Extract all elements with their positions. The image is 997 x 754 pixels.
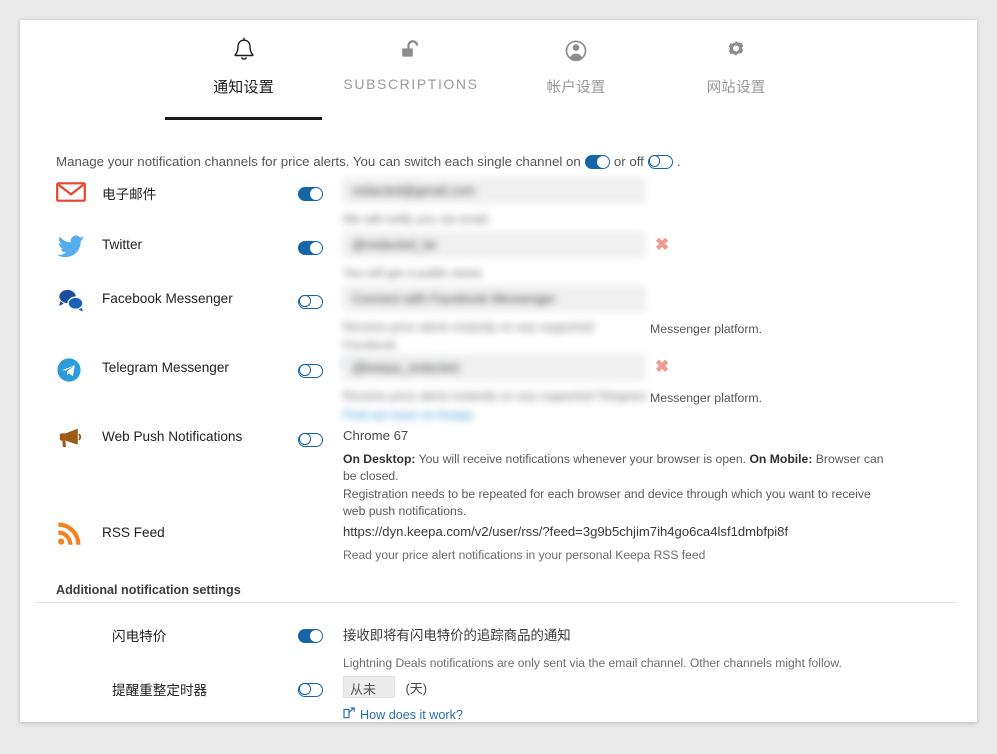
web-push-browser-value: Chrome 67 [343,428,409,443]
section-divider [36,602,956,603]
active-tab-indicator [165,117,322,120]
settings-card: 通知设置 SUBSCRIPTIONS 帐户设置 网站设置 Manage your… [20,20,977,722]
tab-label: 通知设置 [213,79,274,96]
email-helper-text: We will notify you via email. [343,212,491,226]
telegram-icon [56,355,102,383]
channel-name: Web Push Notifications [102,429,243,444]
channel-row-facebook-messenger: Facebook Messenger Connect with Facebook… [20,286,977,371]
web-push-desktop-text: You will receive notifications whenever … [415,452,750,466]
intro-text: Manage your notification channels for pr… [56,154,681,169]
channel-toggle-web-push[interactable] [298,424,343,449]
telegram-helper-text: Receive price alerts instantly on any su… [343,389,647,403]
tab-subscriptions[interactable]: SUBSCRIPTIONS [326,32,496,106]
telegram-helper-tail: Messenger platform. [650,391,763,405]
channel-toggle-twitter[interactable] [298,232,343,257]
web-push-registration-text: Registration needs to be repeated for ea… [343,486,871,518]
channel-name: 电子邮件 [102,187,157,202]
facebook-helper-text: Receive price alerts instantly on any su… [343,320,594,353]
intro-toggle-off-example [647,154,673,169]
tab-notification-settings[interactable]: 通知设置 [161,32,326,120]
email-icon [56,178,102,204]
lightning-deals-toggle[interactable] [298,622,343,645]
channel-row-twitter: Twitter @redacted_tw ✖ You will get a pu… [20,232,977,286]
rss-helper-text: Read your price alert notifications in y… [343,548,706,562]
reminder-timer-toggle[interactable] [298,676,343,699]
bell-icon [161,32,326,70]
remove-twitter-button[interactable]: ✖ [655,236,669,253]
additional-row-lightning-deals: 闪电特价 接收即将有闪电特价的追踪商品的通知 Lightning Deals n… [20,622,977,672]
tab-bar: 通知设置 SUBSCRIPTIONS 帐户设置 网站设置 [20,20,977,120]
additional-row-reminder-timer: 提醒重整定时器 从未 (天) How does it work? [20,676,977,722]
twitter-helper-text: You will get a public tweet. [343,266,485,280]
channel-row-email: 电子邮件 redacted@gmail.com We will notify y… [20,178,977,232]
intro-text-after: . [676,154,681,169]
channel-name: RSS Feed [102,525,165,540]
web-push-desktop-label: On Desktop: [343,452,416,466]
rss-toggle-placeholder [298,520,343,527]
rss-feed-url[interactable]: https://dyn.keepa.com/v2/user/rss/?feed=… [343,520,977,539]
channel-row-web-push: Web Push Notifications Chrome 67 On Desk… [20,424,977,520]
tab-label: 网站设置 [706,80,766,96]
twitter-icon [56,232,102,260]
channel-toggle-email[interactable] [298,178,343,203]
tab-label: 帐户设置 [546,80,606,96]
remove-telegram-button[interactable]: ✖ [655,358,669,375]
channel-row-telegram: Telegram Messenger @keepa_redacted ✖ Rec… [20,355,977,424]
megaphone-icon [56,424,102,450]
twitter-value-field[interactable]: @redacted_tw [343,232,645,257]
how-does-it-work-label: How does it work? [360,707,463,722]
account-icon [496,32,656,70]
tab-site-settings[interactable]: 网站设置 [656,32,816,106]
lightning-deals-value: 接收即将有闪电特价的追踪商品的通知 [343,628,571,643]
reminder-days-unit: (天) [405,680,428,696]
channel-row-rss: RSS Feed https://dyn.keepa.com/v2/user/r… [20,520,977,578]
intro-toggle-on-example [584,154,610,169]
lightning-deals-helper: Lightning Deals notifications are only s… [343,656,842,670]
tab-label: SUBSCRIPTIONS [343,76,479,92]
notification-channel-list: 电子邮件 redacted@gmail.com We will notify y… [20,178,977,578]
channel-name: Facebook Messenger [102,291,233,306]
telegram-more-link[interactable]: Find out more on Keepa [343,406,977,424]
intro-text-before: Manage your notification channels for pr… [56,154,581,169]
channel-toggle-facebook[interactable] [298,286,343,311]
email-value-field[interactable]: redacted@gmail.com [343,178,645,203]
channel-name: Telegram Messenger [102,360,229,375]
channel-name: Twitter [102,237,143,252]
web-push-description: On Desktop: You will receive notificatio… [343,451,895,520]
intro-text-middle: or off [613,154,644,169]
tab-account-settings[interactable]: 帐户设置 [496,32,656,106]
channel-toggle-telegram[interactable] [298,355,343,380]
facebook-value-field[interactable]: Connect with Facebook Messenger [343,286,645,311]
web-push-mobile-label: On Mobile: [749,452,813,466]
facebook-helper-tail: Messenger platform. [650,322,763,336]
reminder-days-input[interactable]: 从未 [343,676,395,698]
rss-icon [56,520,102,548]
how-does-it-work-link[interactable]: How does it work? [343,707,977,722]
gear-icon [656,32,816,70]
telegram-value-field[interactable]: @keepa_redacted [343,355,645,380]
additional-settings-heading: Additional notification settings [56,583,241,597]
unlock-icon [326,32,496,70]
reminder-timer-label: 提醒重整定时器 [112,683,208,698]
external-link-icon [343,707,355,722]
facebook-messenger-icon [56,286,102,314]
lightning-deals-label: 闪电特价 [112,629,167,644]
